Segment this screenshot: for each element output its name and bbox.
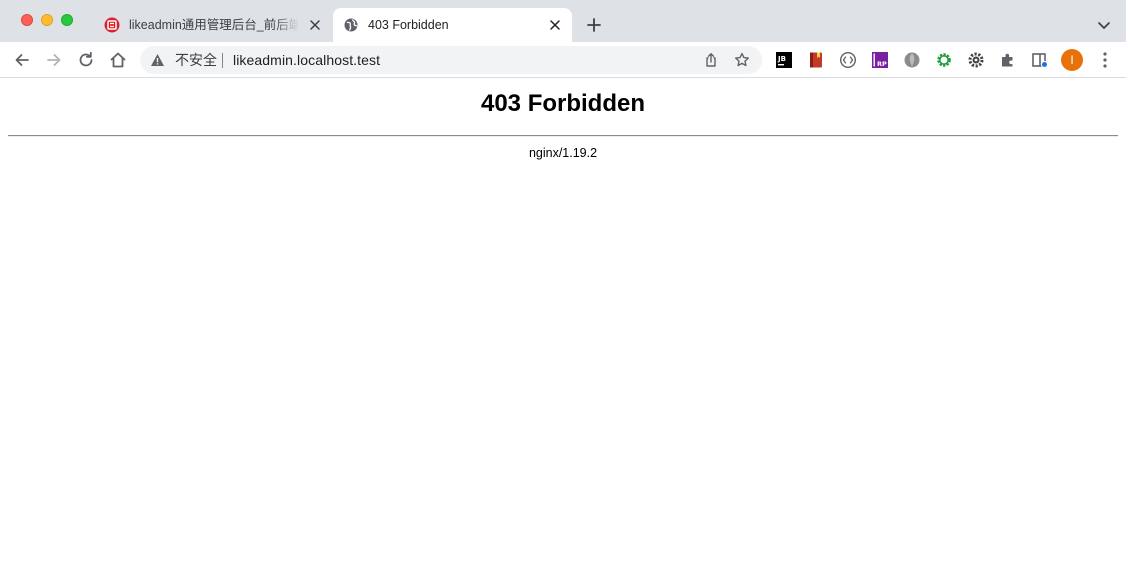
tab-search-chevron-icon[interactable] <box>1096 17 1112 33</box>
reload-button[interactable] <box>76 50 96 70</box>
reading-list-icon[interactable] <box>1031 51 1049 69</box>
window-close-button[interactable] <box>21 14 33 26</box>
tab-title: 403 Forbidden <box>368 18 449 32</box>
profile-avatar[interactable]: I <box>1061 49 1083 71</box>
close-tab-icon[interactable] <box>548 18 562 32</box>
warning-icon[interactable] <box>150 53 165 67</box>
new-tab-button[interactable] <box>584 15 604 35</box>
svg-text:RP: RP <box>877 60 887 68</box>
tab-strip: likeadmin通用管理后台_前后端分离 403 Forbidden <box>0 0 1126 42</box>
likeadmin-logo-icon <box>104 17 120 33</box>
green-gear-icon[interactable] <box>935 51 953 69</box>
share-icon[interactable] <box>703 52 719 68</box>
omnibox-divider <box>222 53 223 68</box>
window-minimize-button[interactable] <box>41 14 53 26</box>
back-button[interactable] <box>12 50 32 70</box>
error-heading: 403 Forbidden <box>480 90 646 117</box>
more-menu-icon[interactable] <box>1097 50 1113 70</box>
svg-text:JB: JB <box>777 55 786 63</box>
tab-403-forbidden[interactable]: 403 Forbidden <box>333 8 572 42</box>
server-signature: nginx/1.19.2 <box>528 146 598 160</box>
forward-button[interactable] <box>44 50 64 70</box>
page-content: 403 Forbidden nginx/1.19.2 <box>0 79 1126 583</box>
puzzle-icon[interactable] <box>999 51 1017 69</box>
jetbrains-icon[interactable]: JB <box>775 51 793 69</box>
globe-icon <box>344 18 358 32</box>
rp-icon[interactable]: RP <box>871 51 889 69</box>
url-text[interactable]: likeadmin.localhost.test <box>233 52 380 68</box>
tab-title: likeadmin通用管理后台_前后端分离 <box>129 18 299 32</box>
gray-circle-icon[interactable] <box>903 51 921 69</box>
horizontal-rule <box>8 135 1118 137</box>
tab-likeadmin[interactable]: likeadmin通用管理后台_前后端分离 <box>94 8 332 42</box>
bookmark-star-icon[interactable] <box>734 52 750 68</box>
dark-gear-icon[interactable] <box>967 51 985 69</box>
window-zoom-button[interactable] <box>61 14 73 26</box>
bookmark-red-icon[interactable] <box>807 51 825 69</box>
address-bar[interactable]: 不安全 likeadmin.localhost.test <box>140 46 762 74</box>
close-tab-icon[interactable] <box>308 18 322 32</box>
browser-toolbar: 不安全 likeadmin.localhost.test JB RP I <box>0 42 1126 78</box>
security-status-label[interactable]: 不安全 <box>175 52 217 68</box>
home-button[interactable] <box>108 50 128 70</box>
code-brackets-icon[interactable] <box>839 51 857 69</box>
